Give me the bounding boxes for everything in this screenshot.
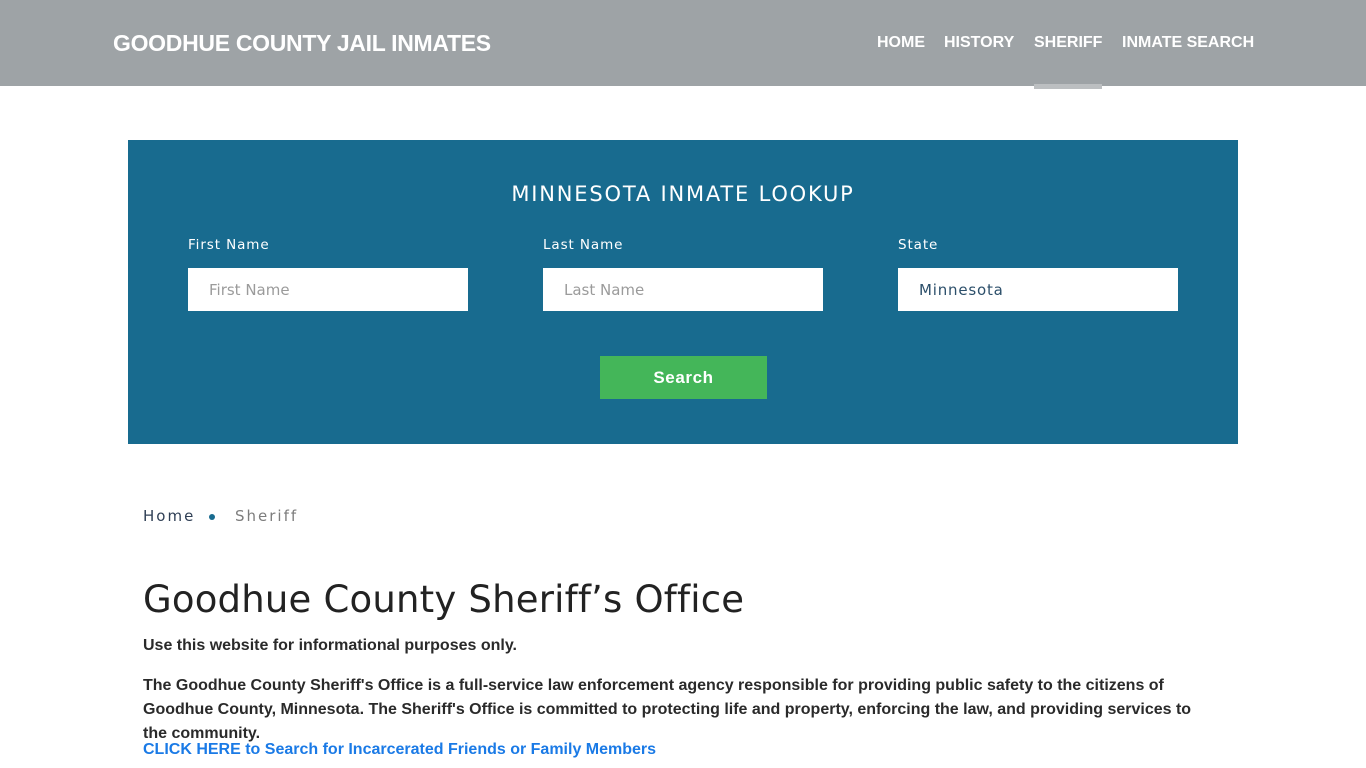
- search-inmates-link[interactable]: CLICK HERE to Search for Incarcerated Fr…: [143, 738, 656, 762]
- nav-inmate-search[interactable]: INMATE SEARCH: [1122, 34, 1254, 52]
- state-label: State: [898, 237, 939, 253]
- description-text: The Goodhue County Sheriff's Office is a…: [143, 677, 1192, 742]
- site-header: GOODHUE COUNTY JAIL INMATES HOME HISTORY…: [0, 0, 1366, 86]
- lookup-title: MINNESOTA INMATE LOOKUP: [511, 182, 855, 206]
- nav-history[interactable]: HISTORY: [944, 34, 1014, 52]
- first-name-label: First Name: [188, 237, 270, 253]
- first-name-input[interactable]: [188, 268, 468, 311]
- search-button[interactable]: Search: [600, 356, 767, 399]
- page-title: Goodhue County Sheriff’s Office: [143, 578, 745, 621]
- last-name-input[interactable]: [543, 268, 823, 311]
- breadcrumb-current: Sheriff: [235, 507, 299, 525]
- state-input[interactable]: [898, 268, 1178, 311]
- last-name-label: Last Name: [543, 237, 624, 253]
- nav-sheriff[interactable]: SHERIFF: [1034, 34, 1102, 52]
- active-nav-indicator: [1034, 84, 1102, 89]
- breadcrumb-home[interactable]: Home: [143, 507, 195, 525]
- nav-home[interactable]: HOME: [877, 34, 925, 52]
- breadcrumb-separator-icon: [209, 514, 215, 520]
- disclaimer-text: Use this website for informational purpo…: [143, 637, 517, 654]
- site-logo-link[interactable]: GOODHUE COUNTY JAIL INMATES: [113, 30, 491, 57]
